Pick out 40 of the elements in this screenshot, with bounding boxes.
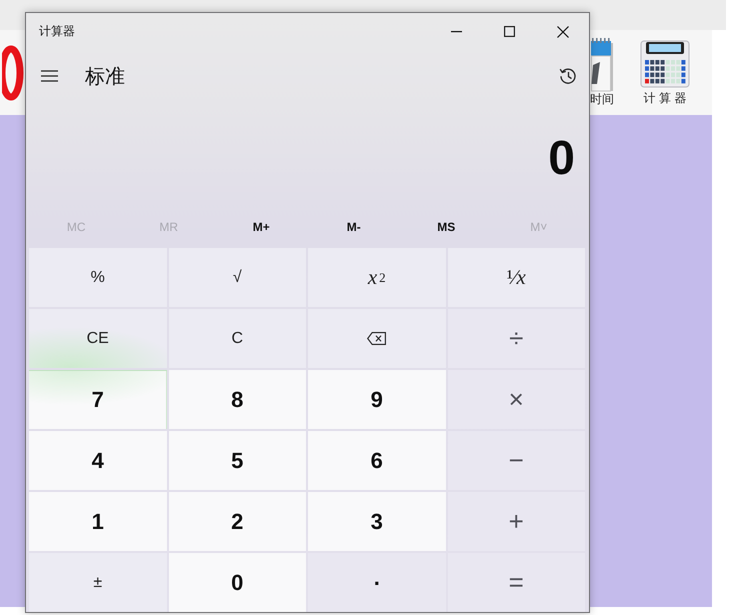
digit-key[interactable]: 0	[168, 553, 306, 612]
backspace-icon	[367, 332, 386, 345]
function-key[interactable]: √	[168, 248, 306, 307]
digit-key[interactable]: 8	[168, 370, 306, 429]
digit-key[interactable]: 9	[308, 370, 446, 429]
function-key[interactable]: ¹⁄x	[448, 248, 585, 307]
function-key[interactable]: CE	[29, 309, 166, 368]
icon-label: 时间	[590, 92, 614, 106]
function-key[interactable]: %	[29, 248, 166, 307]
memory-button[interactable]: MS	[400, 205, 492, 248]
digit-key[interactable]: 3	[308, 492, 446, 551]
maximize-icon	[504, 26, 515, 37]
operator-key[interactable]: =	[448, 553, 585, 612]
icon-label: 计 算 器	[644, 91, 686, 105]
mode-title: 标准	[85, 64, 125, 90]
operator-key[interactable]: −	[448, 431, 585, 490]
operator-key[interactable]: ÷	[448, 309, 585, 368]
digit-key[interactable]: 5	[168, 431, 306, 490]
window-title: 计算器	[39, 23, 75, 40]
function-key[interactable]: x$^{2}$	[308, 248, 446, 307]
menu-icon	[40, 70, 58, 82]
digit-key[interactable]: 2	[168, 492, 306, 551]
function-key[interactable]: C	[168, 309, 306, 368]
close-icon	[556, 26, 568, 38]
digit-key[interactable]: 7	[29, 370, 166, 429]
calculator-icon[interactable]	[640, 40, 690, 88]
history-icon	[559, 67, 577, 85]
function-key[interactable]: ±	[29, 553, 166, 612]
minimize-icon	[451, 30, 462, 32]
calendar-icon[interactable]	[591, 38, 613, 92]
digit-key[interactable]: 1	[29, 492, 166, 551]
digit-key[interactable]: 4	[29, 431, 166, 490]
digit-key[interactable]: 6	[308, 431, 446, 490]
operator-key[interactable]: +	[448, 492, 585, 551]
operator-key[interactable]: ×	[448, 370, 585, 429]
memory-button[interactable]: M+	[215, 205, 308, 248]
display-value: 0	[548, 130, 575, 186]
decimal-key[interactable]: .	[308, 553, 446, 612]
ring-icon	[2, 45, 24, 101]
memory-button[interactable]: M-	[308, 205, 400, 248]
